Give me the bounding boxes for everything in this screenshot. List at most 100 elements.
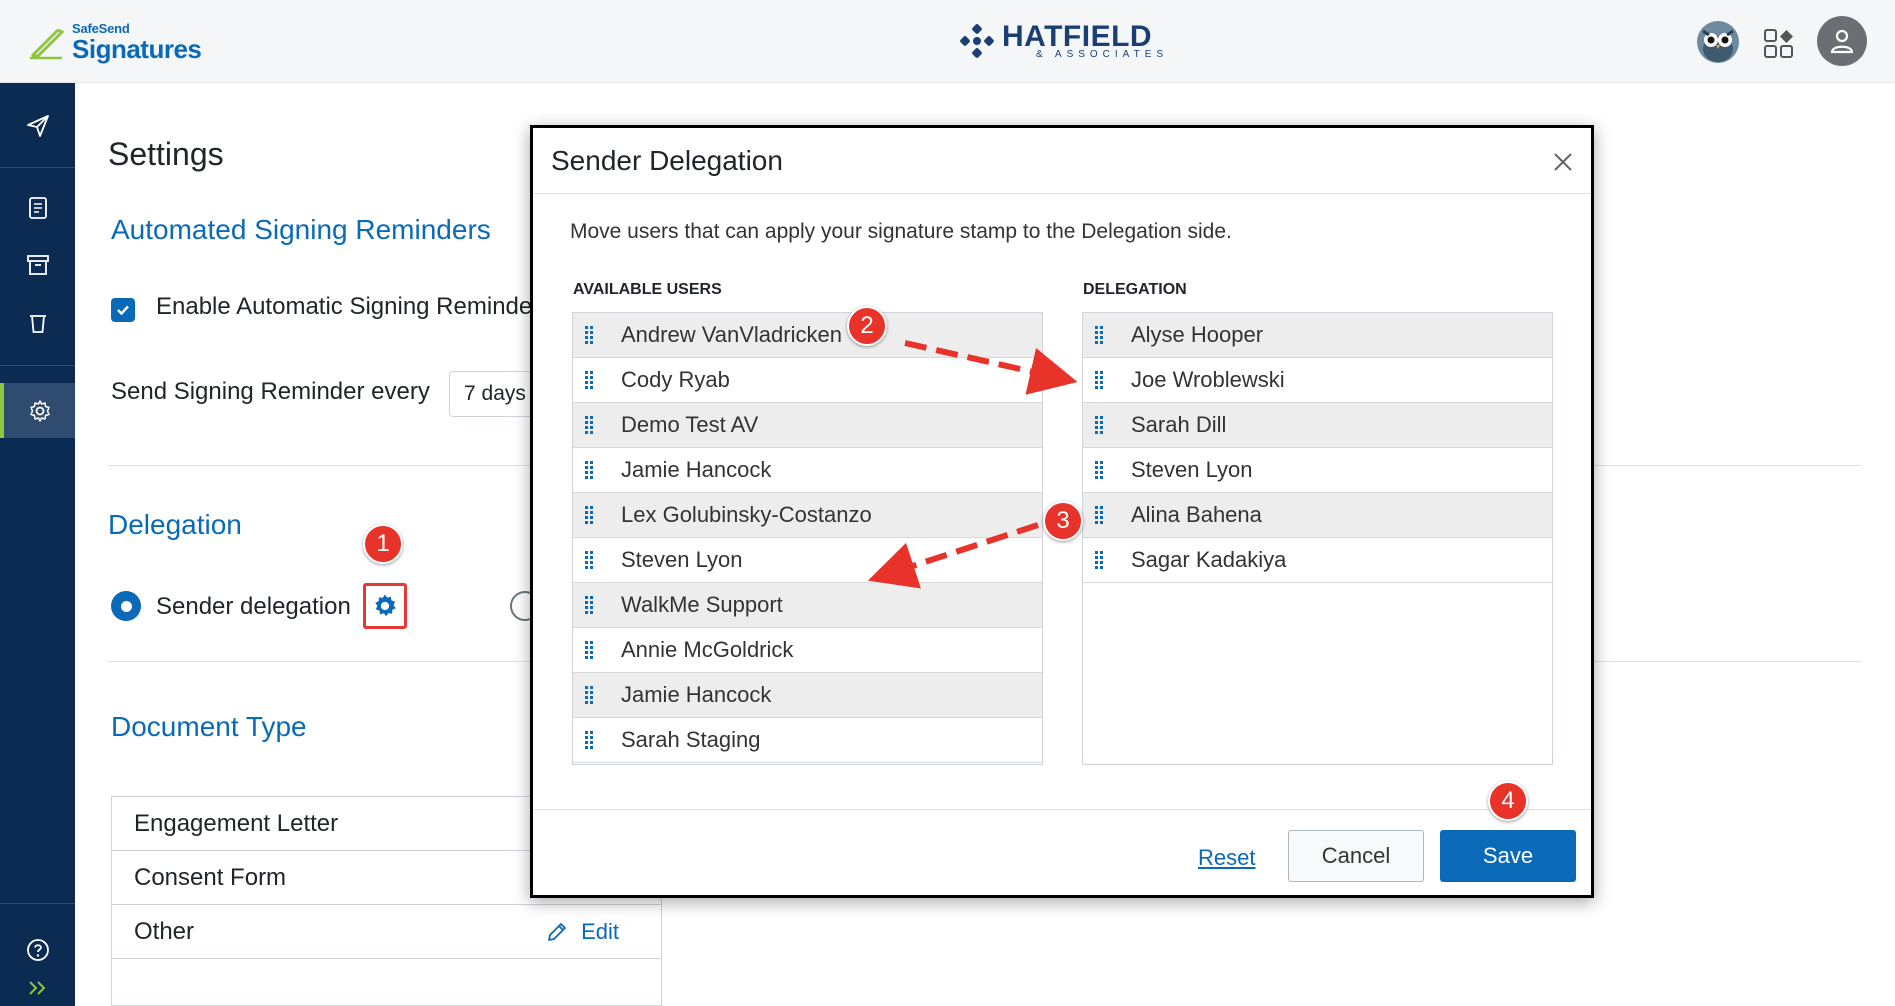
available-user-item[interactable]: Cody Ryab — [573, 358, 1042, 403]
user-name: Jamie Hancock — [621, 682, 772, 707]
modal-title: Sender Delegation — [551, 145, 783, 176]
available-user-item[interactable]: WalkMe Support — [573, 583, 1042, 628]
step-2-badge: 2 — [847, 306, 887, 346]
pencil-icon — [548, 923, 566, 941]
drag-handle-icon[interactable] — [585, 641, 599, 659]
company-emblem-icon — [960, 24, 994, 58]
delegated-user-item[interactable]: Alyse Hooper — [1083, 313, 1552, 358]
top-bar: SafeSend Signatures HATFIELD & ASSOCIATE… — [0, 0, 1895, 83]
drag-handle-icon[interactable] — [585, 551, 599, 569]
expand-icon[interactable] — [0, 973, 75, 1003]
step-1-badge: 1 — [363, 524, 403, 564]
user-name: Sarah Staging — [621, 727, 761, 752]
sidebar-divider — [0, 903, 75, 904]
recycle-bin-icon[interactable] — [0, 303, 75, 343]
archive-icon[interactable] — [0, 245, 75, 285]
drag-handle-icon[interactable] — [585, 686, 599, 704]
enable-reminders-label: Enable Automatic Signing Reminders — [156, 293, 553, 320]
sender-delegation-radio[interactable] — [111, 591, 141, 621]
user-name: Sagar Kadakiya — [1131, 547, 1287, 572]
available-user-item[interactable]: Demo Test AV — [573, 403, 1042, 448]
page-title: Settings — [108, 136, 224, 172]
delegation-list: Alyse Hooper Joe Wroblewski Sarah Dill S… — [1082, 312, 1553, 765]
drag-handle-icon[interactable] — [1095, 506, 1109, 524]
delegated-user-item[interactable]: Steven Lyon — [1083, 448, 1552, 493]
document-type-name: Engagement Letter — [134, 809, 339, 837]
drag-handle-icon[interactable] — [585, 371, 599, 389]
reset-link[interactable]: Reset — [1198, 845, 1255, 871]
settings-icon[interactable] — [0, 383, 75, 438]
signature-pen-icon — [30, 28, 64, 60]
document-type-row[interactable]: Other Edit — [112, 905, 661, 959]
sidebar — [0, 83, 75, 1006]
available-users-list: Andrew VanVladricken Cody Ryab Demo Test… — [572, 312, 1043, 765]
user-name: Steven Lyon — [621, 547, 743, 572]
document-icon[interactable] — [0, 188, 75, 228]
user-name: Annie McGoldrick — [621, 637, 794, 662]
user-name: Lex Golubinsky-Costanzo — [621, 502, 872, 527]
apps-icon[interactable] — [1763, 28, 1795, 60]
document-type-section-title: Document Type — [111, 711, 307, 742]
send-icon[interactable] — [0, 103, 75, 149]
help-icon[interactable] — [0, 930, 75, 970]
user-name: Steven Lyon — [1131, 457, 1253, 482]
delegation-section-title: Delegation — [108, 509, 242, 540]
modal-description: Move users that can apply your signature… — [570, 220, 1232, 243]
available-user-item[interactable]: Sarah Staging — [573, 718, 1042, 763]
cancel-button[interactable]: Cancel — [1288, 830, 1424, 882]
drag-handle-icon[interactable] — [1095, 371, 1109, 389]
user-name: Joe Wroblewski — [1131, 367, 1285, 392]
sidebar-divider — [0, 365, 75, 366]
sidebar-divider — [0, 167, 75, 168]
gear-icon — [375, 594, 396, 617]
user-icon[interactable] — [1817, 16, 1867, 66]
user-name: Andrew VanVladricken — [621, 322, 842, 347]
available-user-item[interactable]: Steven Lyon — [573, 538, 1042, 583]
owl-avatar-icon[interactable] — [1697, 21, 1739, 63]
available-user-item[interactable]: Andrew VanVladricken — [573, 313, 1042, 358]
delegated-user-item[interactable]: Joe Wroblewski — [1083, 358, 1552, 403]
drag-handle-icon[interactable] — [585, 416, 599, 434]
reminders-section-title: Automated Signing Reminders — [111, 214, 491, 245]
document-type-name: Other — [134, 917, 195, 945]
drag-handle-icon[interactable] — [585, 461, 599, 479]
drag-handle-icon[interactable] — [585, 326, 599, 344]
drag-handle-icon[interactable] — [585, 506, 599, 524]
user-name: WalkMe Support — [621, 592, 783, 617]
company-name: HATFIELD — [1002, 20, 1153, 53]
company-logo: HATFIELD & ASSOCIATES — [958, 22, 1168, 60]
drag-handle-icon[interactable] — [1095, 461, 1109, 479]
close-icon[interactable] — [1551, 150, 1575, 174]
delegation-settings-button[interactable] — [363, 583, 407, 629]
modal-footer-divider — [533, 809, 1591, 810]
user-name: Alyse Hooper — [1131, 322, 1264, 347]
user-name: Cody Ryab — [621, 367, 730, 392]
available-user-item[interactable]: Annie McGoldrick — [573, 628, 1042, 673]
drag-handle-icon[interactable] — [585, 596, 599, 614]
brand-logo[interactable]: SafeSend Signatures — [28, 22, 202, 64]
edit-document-type-button[interactable]: Edit — [545, 919, 619, 945]
save-button[interactable]: Save — [1440, 830, 1576, 882]
send-reminder-label: Send Signing Reminder every — [111, 378, 430, 405]
available-user-item[interactable]: Lex Golubinsky-Costanzo — [573, 493, 1042, 538]
available-users-header: AVAILABLE USERS — [573, 281, 722, 298]
modal-header: Sender Delegation — [533, 128, 1591, 194]
available-user-item[interactable]: Jamie Hancock — [573, 673, 1042, 718]
edit-label: Edit — [581, 919, 619, 944]
delegated-user-item[interactable]: Sagar Kadakiya — [1083, 538, 1552, 583]
step-3-badge: 3 — [1043, 501, 1083, 541]
drag-handle-icon[interactable] — [1095, 551, 1109, 569]
brand-name: Signatures — [72, 34, 202, 64]
delegated-user-item[interactable]: Alina Bahena — [1083, 493, 1552, 538]
delegated-user-item[interactable]: Sarah Dill — [1083, 403, 1552, 448]
drag-handle-icon[interactable] — [1095, 326, 1109, 344]
available-user-item[interactable]: Jamie Hancock — [573, 448, 1042, 493]
step-4-badge: 4 — [1488, 781, 1528, 821]
user-name: Demo Test AV — [621, 412, 759, 437]
drag-handle-icon[interactable] — [1095, 416, 1109, 434]
drag-handle-icon[interactable] — [585, 731, 599, 749]
user-name: Sarah Dill — [1131, 412, 1227, 437]
enable-reminders-checkbox[interactable] — [111, 298, 135, 322]
user-name: Alina Bahena — [1131, 502, 1262, 527]
document-type-name: Consent Form — [134, 863, 287, 891]
